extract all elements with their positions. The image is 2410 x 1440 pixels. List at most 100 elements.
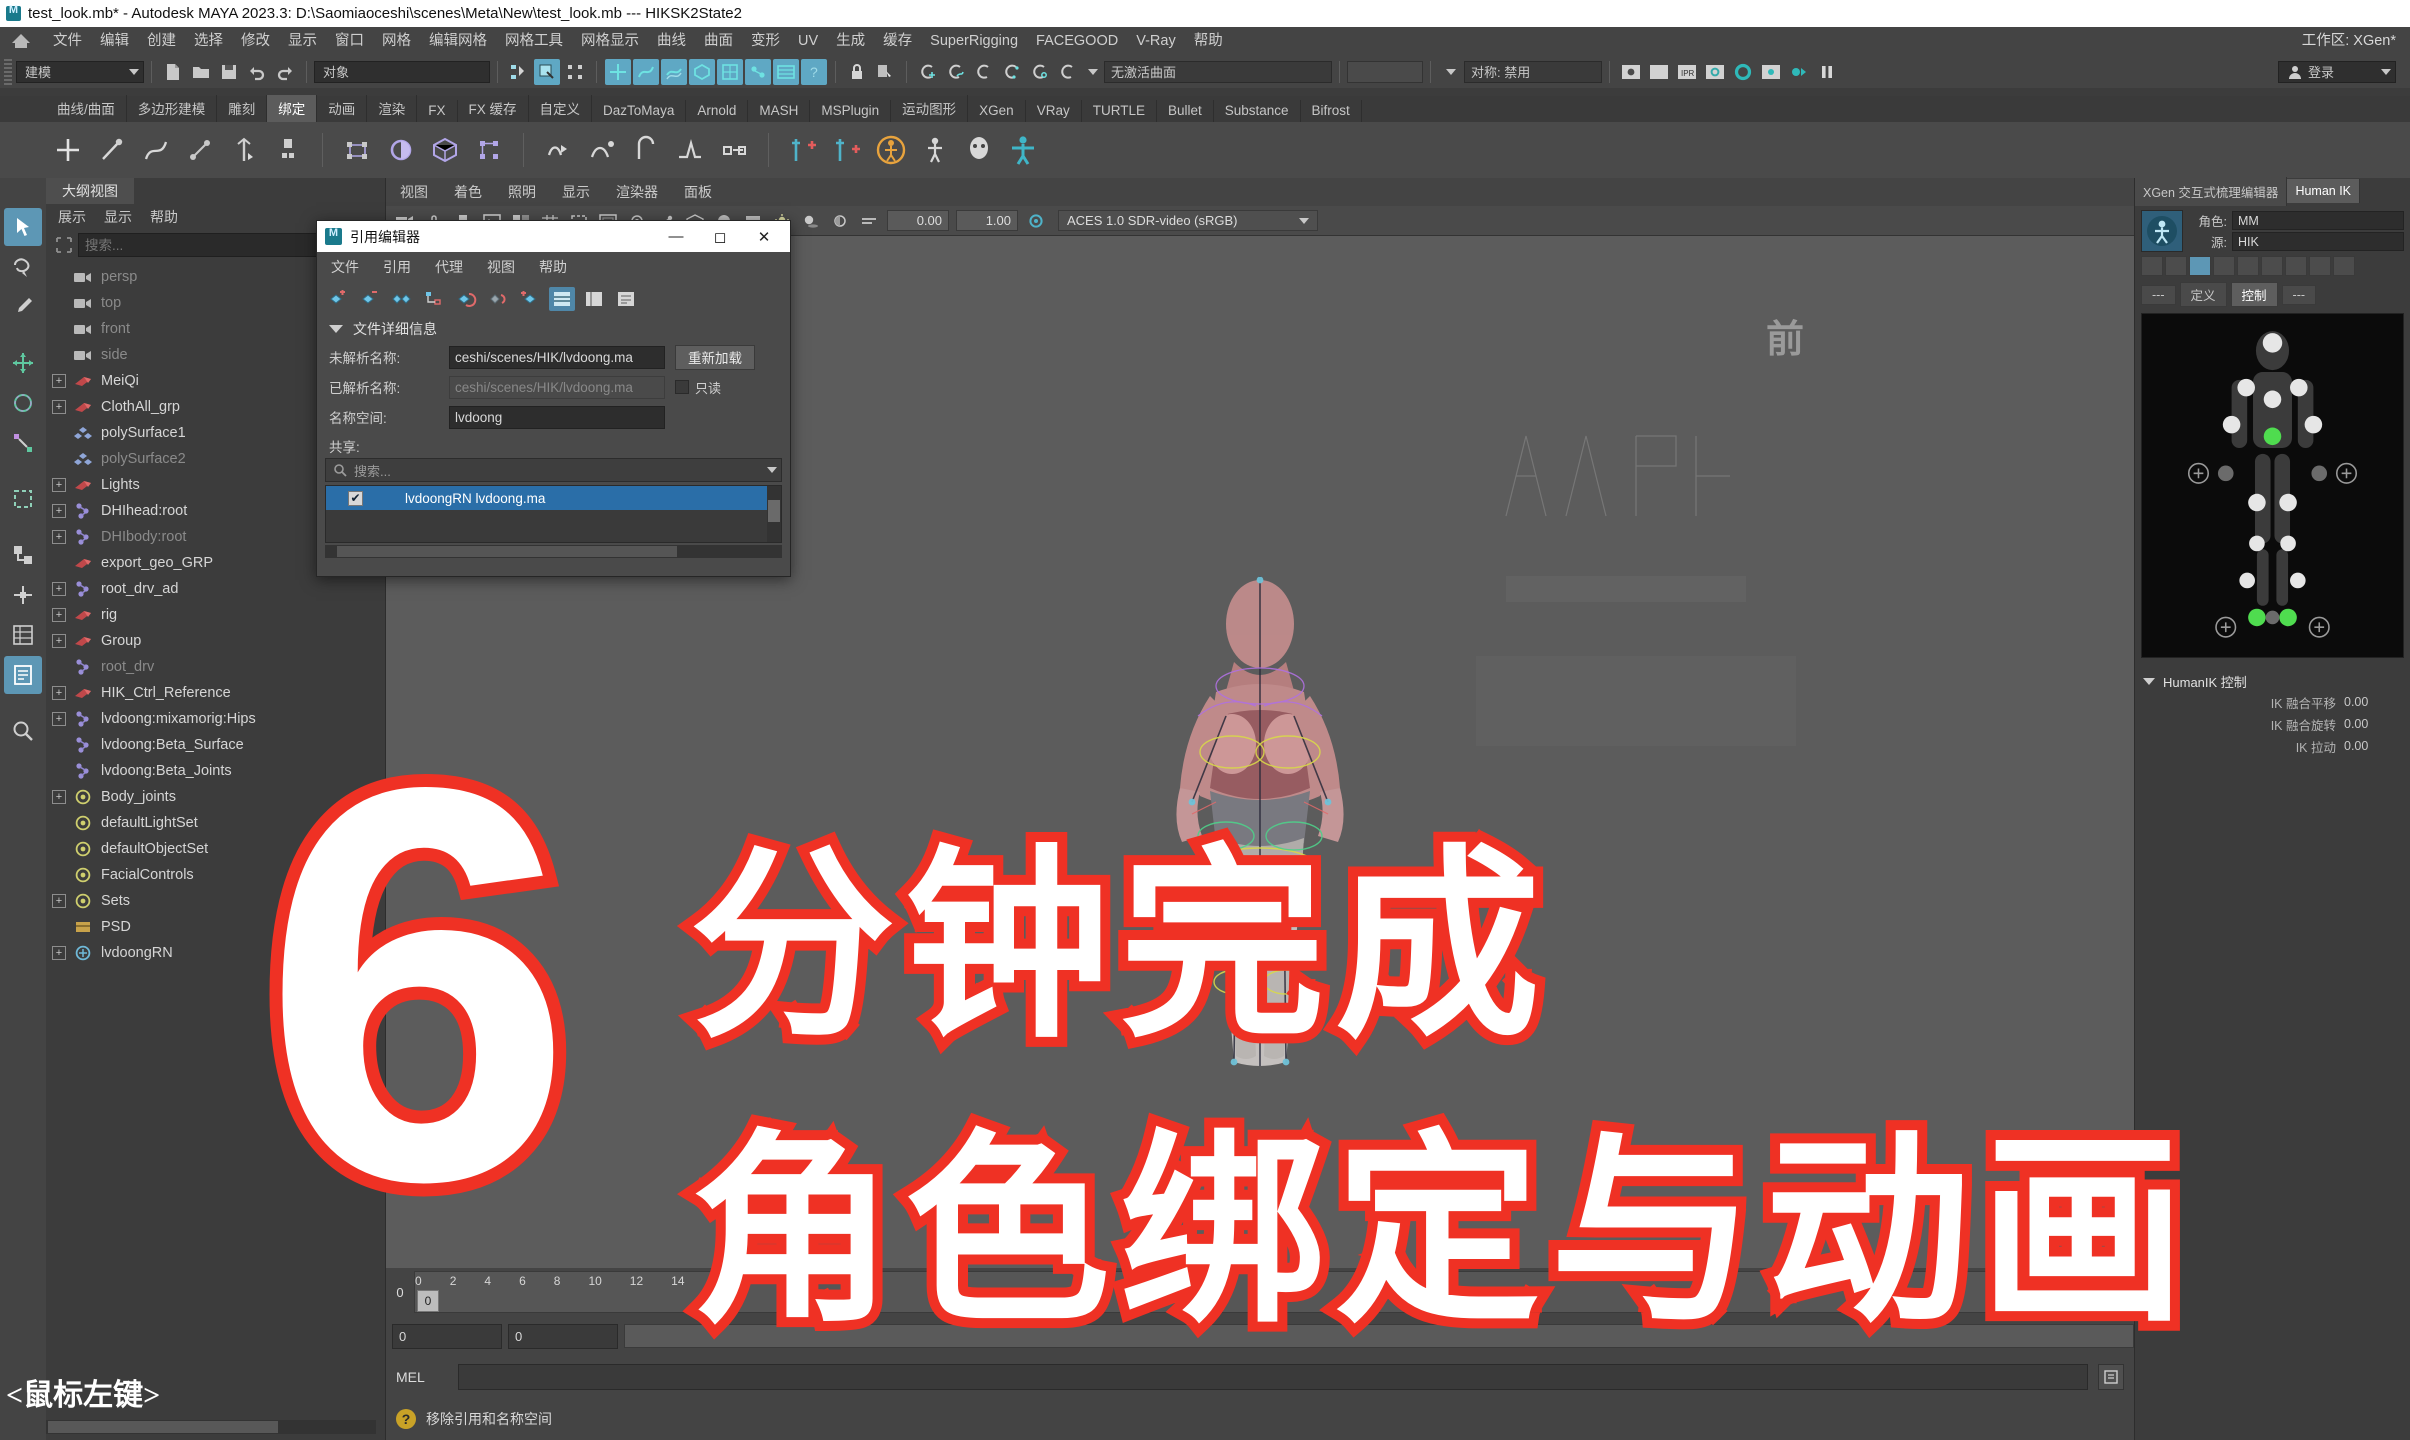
user-account-button[interactable]: 登录 xyxy=(2278,60,2396,83)
subtab-0[interactable]: --- xyxy=(2141,284,2176,305)
snap-grid-icon[interactable] xyxy=(915,59,941,85)
outliner-row-15[interactable]: root_drv xyxy=(46,654,385,680)
mask-curve-icon[interactable] xyxy=(633,58,659,85)
scrollbar-thumb[interactable] xyxy=(337,546,677,557)
sculpt-deformer-icon[interactable] xyxy=(585,133,619,167)
reference-list-horizontal-scrollbar[interactable] xyxy=(325,545,782,558)
reference-list[interactable]: ✔ lvdoongRN lvdoong.ma xyxy=(325,485,782,543)
tree-view-icon[interactable] xyxy=(613,287,639,311)
curve-warp-icon[interactable] xyxy=(717,133,751,167)
outliner-row-13[interactable]: + rig xyxy=(46,602,385,628)
outliner-row-26[interactable]: + lvdoongRN xyxy=(46,940,385,966)
shelf-tab-13[interactable]: 运动图形 xyxy=(891,95,969,122)
outliner-filter-icon[interactable] xyxy=(50,234,78,256)
shelf-tab-2[interactable]: 雕刻 xyxy=(217,95,268,122)
menu-item-11[interactable]: 曲线 xyxy=(648,27,695,55)
menu-item-18[interactable]: FACEGOOD xyxy=(1027,27,1127,55)
soft-mod-icon[interactable] xyxy=(673,133,707,167)
viewport-menu-0[interactable]: 视图 xyxy=(400,182,428,202)
hik-tool-4-icon[interactable] xyxy=(2237,256,2259,276)
snap-curve-icon[interactable] xyxy=(943,59,969,85)
hik-tool-2-icon[interactable] xyxy=(2189,256,2211,276)
range-end-field[interactable]: 0 xyxy=(508,1323,618,1349)
lock-icon[interactable] xyxy=(844,59,870,85)
add-reference-icon[interactable] xyxy=(325,287,351,311)
shelf-tab-6[interactable]: FX xyxy=(417,100,458,122)
selection-mask-field[interactable]: 对象 xyxy=(314,60,490,83)
colorspace-selector[interactable]: ACES 1.0 SDR-video (sRGB) xyxy=(1058,210,1318,231)
range-slider-track[interactable] xyxy=(624,1324,2134,1348)
expand-icon[interactable]: + xyxy=(52,946,66,960)
hik-tool-0-icon[interactable] xyxy=(2141,256,2163,276)
expand-icon[interactable]: + xyxy=(52,712,66,726)
mask-handle-icon[interactable] xyxy=(605,58,631,85)
expand-icon[interactable]: + xyxy=(52,608,66,622)
rotate-tool[interactable] xyxy=(4,384,42,422)
menu-item-5[interactable]: 显示 xyxy=(279,27,326,55)
shelf-tab-11[interactable]: MASH xyxy=(748,100,811,122)
render-view-icon[interactable] xyxy=(1618,59,1644,85)
symmetry-field[interactable]: 对称: 禁用 xyxy=(1464,60,1602,83)
character-value[interactable]: MM xyxy=(2232,211,2404,230)
menu-item-6[interactable]: 窗口 xyxy=(326,27,373,55)
render-frame-icon[interactable] xyxy=(1646,59,1672,85)
wrap-icon[interactable] xyxy=(428,133,462,167)
outliner-row-18[interactable]: lvdoong:Beta_Surface xyxy=(46,732,385,758)
shelf-tab-19[interactable]: Bifrost xyxy=(1301,100,1362,122)
range-start-field[interactable]: 0 xyxy=(392,1323,502,1349)
duplicate-reference-icon[interactable] xyxy=(389,287,415,311)
menu-item-7[interactable]: 网格 xyxy=(373,27,420,55)
menu-item-10[interactable]: 网格显示 xyxy=(572,27,648,55)
hik-tool-6-icon[interactable] xyxy=(2285,256,2307,276)
menu-item-20[interactable]: 帮助 xyxy=(1185,27,1232,55)
script-editor-icon[interactable] xyxy=(4,656,42,694)
add-proxy-icon[interactable] xyxy=(517,287,543,311)
gamma-field[interactable]: 0.00 xyxy=(887,210,949,231)
shelf-tab-3[interactable]: 绑定 xyxy=(267,95,318,122)
select-by-hierarchy-icon[interactable] xyxy=(506,59,532,85)
paint-select-tool[interactable] xyxy=(4,288,42,326)
shelf-tab-16[interactable]: TURTLE xyxy=(1082,100,1157,122)
close-icon[interactable]: ✕ xyxy=(742,221,786,252)
scrollbar-thumb[interactable] xyxy=(48,1421,278,1433)
render-setup-icon[interactable] xyxy=(1758,59,1784,85)
attr-ik-pull-value[interactable]: 0.00 xyxy=(2344,739,2402,753)
expand-icon[interactable]: + xyxy=(52,894,66,908)
playblast-icon[interactable] xyxy=(1786,59,1812,85)
shelf-tab-17[interactable]: Bullet xyxy=(1157,100,1214,122)
viewport-menu-1[interactable]: 着色 xyxy=(454,182,482,202)
time-slider-track[interactable]: 0 2 4 6 8 10 12 14 0 xyxy=(414,1271,2134,1313)
viewport-menu-5[interactable]: 面板 xyxy=(684,182,712,202)
color-management-icon[interactable] xyxy=(1023,209,1049,233)
input-field-a[interactable] xyxy=(1347,60,1423,83)
time-slider-cursor[interactable]: 0 xyxy=(417,1290,439,1312)
screen-space-ao-icon[interactable] xyxy=(827,209,853,233)
mask-deform-icon[interactable] xyxy=(745,58,771,85)
menu-item-12[interactable]: 曲面 xyxy=(695,27,742,55)
hik-tool-3-icon[interactable] xyxy=(2213,256,2235,276)
outliner-row-21[interactable]: defaultLightSet xyxy=(46,810,385,836)
expand-icon[interactable]: + xyxy=(52,686,66,700)
viewport-menu-4[interactable]: 渲染器 xyxy=(616,182,658,202)
shelf-tab-5[interactable]: 渲染 xyxy=(367,95,418,122)
expand-icon[interactable]: + xyxy=(52,374,66,388)
unload-reference-icon[interactable] xyxy=(485,287,511,311)
detail-view-icon[interactable] xyxy=(581,287,607,311)
scrollbar-thumb[interactable] xyxy=(768,500,780,522)
reference-list-item[interactable]: ✔ lvdoongRN lvdoong.ma xyxy=(326,486,781,510)
control-rig-icon[interactable] xyxy=(1006,133,1040,167)
expand-icon[interactable]: + xyxy=(52,582,66,596)
skeleton-icon[interactable] xyxy=(918,133,952,167)
mask-misc-icon[interactable]: ? xyxy=(801,58,827,85)
humanik-icon[interactable] xyxy=(874,133,908,167)
create-quick-rig-icon[interactable] xyxy=(786,133,820,167)
motion-blur-icon[interactable] xyxy=(856,209,882,233)
outliner-menu-1[interactable]: 显示 xyxy=(104,207,132,227)
outliner-row-24[interactable]: + Sets xyxy=(46,888,385,914)
outliner-icon[interactable] xyxy=(4,536,42,574)
shelf-tab-8[interactable]: 自定义 xyxy=(529,95,593,122)
attr-ik-blend-r-value[interactable]: 0.00 xyxy=(2344,717,2402,731)
menu-item-1[interactable]: 编辑 xyxy=(91,27,138,55)
attr-ik-blend-t-value[interactable]: 0.00 xyxy=(2344,695,2402,709)
menu-item-19[interactable]: V-Ray xyxy=(1127,27,1185,55)
